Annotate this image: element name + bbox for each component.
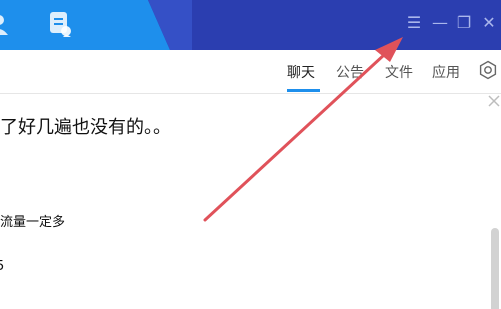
restore-icon[interactable]: ❐ [455,12,473,34]
tab-chat[interactable]: 聊天 [287,63,315,83]
settings-icon[interactable] [478,60,498,84]
close-icon[interactable]: ✕ [480,12,498,34]
vertical-scrollbar[interactable] [491,228,499,309]
menu-icon[interactable]: ☰ [405,12,423,34]
minimize-icon[interactable]: — [431,12,449,34]
tab-apps[interactable]: 应用 [432,63,460,83]
contacts-icon[interactable] [0,9,12,41]
notes-icon[interactable] [47,9,73,43]
title-bar-light-panel [0,0,170,50]
tab-files[interactable]: 文件 [385,63,413,83]
close-panel-icon[interactable] [486,93,501,108]
title-bar: ☰ — ❐ ✕ [0,0,501,50]
message-text: 了好几遍也没有的。。 [0,117,171,138]
tab-bar: 聊天 公告 文件 应用 [0,51,501,94]
active-tab-indicator [287,89,320,92]
message-text: 5 [0,259,5,274]
message-text: 流量一定多 [0,215,66,230]
tab-announcements[interactable]: 公告 [336,63,364,83]
